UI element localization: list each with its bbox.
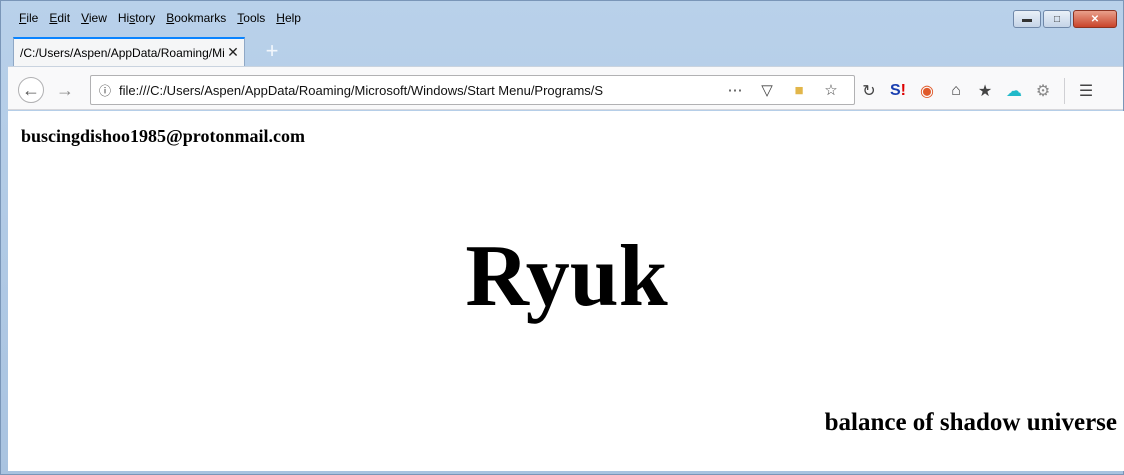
- page-tagline: balance of shadow universe: [824, 409, 1117, 436]
- page-content: buscingdishoo1985@protonmail.com Ryuk ba…: [8, 111, 1124, 471]
- toolbar-icons: ↻ S! ◉ ⌂ ★ ☁ ⚙ ☰: [858, 78, 1097, 104]
- address-bar-actions: ⋯ ▽ ■ ☆: [724, 81, 842, 100]
- folder-icon[interactable]: ■: [788, 82, 810, 99]
- forward-button[interactable]: →: [52, 77, 78, 103]
- home-icon[interactable]: ⌂: [945, 82, 967, 100]
- extension-blocker-icon[interactable]: ◉: [916, 81, 938, 101]
- navigation-toolbar: ← → ⓘ file:///C:/Users/Aspen/AppData/Roa…: [8, 66, 1123, 110]
- maximize-button[interactable]: □: [1043, 10, 1071, 28]
- address-url[interactable]: file:///C:/Users/Aspen/AppData/Roaming/M…: [119, 83, 694, 98]
- window-controls: ▬ □ ✕: [1013, 10, 1117, 28]
- browser-window: File Edit View History Bookmarks Tools H…: [0, 0, 1124, 475]
- menu-file[interactable]: File: [19, 11, 38, 25]
- menu-edit[interactable]: Edit: [49, 11, 70, 25]
- cloud-icon[interactable]: ☁: [1003, 81, 1025, 101]
- contact-email: buscingdishoo1985@protonmail.com: [21, 126, 305, 146]
- hamburger-menu-icon[interactable]: ☰: [1075, 81, 1097, 101]
- info-icon[interactable]: ⓘ: [91, 82, 119, 99]
- close-tab-icon[interactable]: ✕: [224, 44, 242, 62]
- new-tab-button[interactable]: +: [259, 38, 285, 64]
- menu-help[interactable]: Help: [276, 11, 301, 25]
- reload-icon[interactable]: ↻: [858, 81, 880, 101]
- extension-star-icon[interactable]: ★: [974, 81, 996, 101]
- menu-bar: File Edit View History Bookmarks Tools H…: [1, 1, 1123, 35]
- tab-strip: /C:/Users/Aspen/AppData/Roaming/Microsof…: [1, 37, 1123, 66]
- address-bar[interactable]: ⓘ file:///C:/Users/Aspen/AppData/Roaming…: [90, 75, 855, 105]
- menu-bookmarks[interactable]: Bookmarks: [166, 11, 226, 25]
- back-button[interactable]: ←: [18, 77, 44, 103]
- minimize-button[interactable]: ▬: [1013, 10, 1041, 28]
- page-actions-icon[interactable]: ⋯: [724, 81, 746, 99]
- toolbar-separator: [1064, 78, 1065, 104]
- menu-view[interactable]: View: [81, 11, 107, 25]
- pocket-icon[interactable]: ▽: [756, 81, 778, 99]
- page-headline: Ryuk: [465, 228, 668, 325]
- tab-active[interactable]: /C:/Users/Aspen/AppData/Roaming/Microsof…: [13, 37, 245, 66]
- bookmark-star-icon[interactable]: ☆: [820, 81, 842, 99]
- extension-gray-icon[interactable]: ⚙: [1032, 81, 1054, 101]
- tab-title: /C:/Users/Aspen/AppData/Roaming/Microsof…: [20, 45, 224, 60]
- menu-history[interactable]: History: [118, 11, 155, 25]
- menu-tools[interactable]: Tools: [237, 11, 265, 25]
- close-window-button[interactable]: ✕: [1073, 10, 1117, 28]
- extension-s-icon[interactable]: S!: [887, 82, 909, 100]
